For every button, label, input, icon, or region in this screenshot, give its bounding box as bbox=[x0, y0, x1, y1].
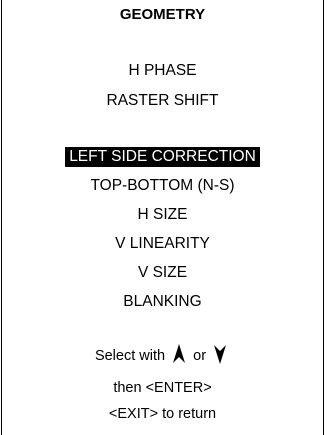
footer-enter-line: then <ENTER> bbox=[113, 380, 212, 396]
footer-select-line: Select with or bbox=[2, 344, 323, 368]
menu-item-top-bottom[interactable]: TOP-BOTTOM (N-S) bbox=[2, 177, 323, 195]
menu-title: GEOMETRY bbox=[119, 6, 206, 23]
menu-item-v-size[interactable]: V SIZE bbox=[2, 264, 323, 282]
down-arrow-icon bbox=[213, 344, 227, 368]
footer-exit-line: <EXIT> to return bbox=[108, 406, 217, 422]
menu-item-left-side-correction-selected[interactable]: LEFT SIDE CORRECTION bbox=[2, 147, 323, 167]
selected-item-highlight: LEFT SIDE CORRECTION bbox=[65, 147, 260, 167]
up-arrow-icon bbox=[172, 344, 186, 368]
select-prefix: Select with bbox=[94, 347, 166, 364]
geometry-menu-panel: GEOMETRY H PHASE RASTER SHIFT LEFT SIDE … bbox=[1, 0, 324, 435]
menu-item-h-phase[interactable]: H PHASE bbox=[2, 62, 323, 80]
select-or: or bbox=[193, 347, 207, 364]
menu-item-v-linearity[interactable]: V LINEARITY bbox=[2, 235, 323, 253]
menu-item-h-size[interactable]: H SIZE bbox=[2, 206, 323, 224]
menu-item-raster-shift[interactable]: RASTER SHIFT bbox=[2, 92, 323, 110]
menu-item-blanking[interactable]: BLANKING bbox=[2, 293, 323, 311]
